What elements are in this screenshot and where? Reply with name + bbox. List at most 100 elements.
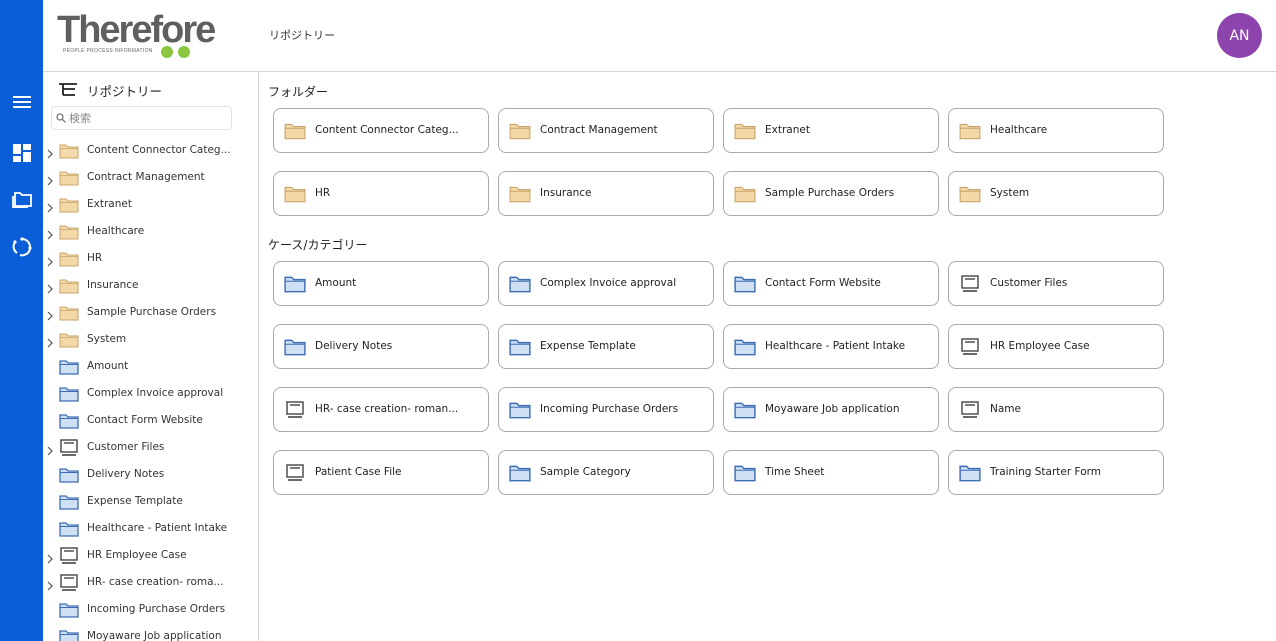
chevron-right-icon[interactable] (46, 334, 56, 348)
category-tile[interactable]: HR Employee Case (948, 324, 1164, 369)
category-tile[interactable]: Complex Invoice approval (498, 261, 714, 306)
category-tile[interactable]: Training Starter Form (948, 450, 1164, 495)
chevron-right-icon[interactable] (46, 307, 56, 321)
tree-item[interactable]: Contract Management (43, 165, 258, 192)
tree-item[interactable]: Moyaware Job application (43, 624, 258, 641)
category-tile[interactable]: HR- case creation- roman... (273, 387, 489, 432)
category-tile[interactable]: Expense Template (498, 324, 714, 369)
repository-tree: Content Connector Categ... Contract Manag… (43, 138, 258, 641)
tree-item-label: Content Connector Categ... (87, 144, 231, 156)
tree-item[interactable]: System (43, 327, 258, 354)
category-folder-icon (284, 275, 306, 293)
tree-item[interactable]: HR Employee Case (43, 543, 258, 570)
category-folder-icon (509, 275, 531, 293)
chevron-right-icon[interactable] (46, 253, 56, 267)
breadcrumb[interactable]: リポジトリー (269, 27, 335, 43)
case-icon (59, 574, 79, 592)
category-folder-icon (509, 338, 531, 356)
folder-tile[interactable]: Insurance (498, 171, 714, 216)
case-icon (959, 338, 981, 356)
tile-label: Sample Category (540, 466, 631, 478)
folder-tile[interactable]: Contract Management (498, 108, 714, 153)
tree-item[interactable]: Contact Form Website (43, 408, 258, 435)
categories-section-title: ケース/カテゴリー (268, 238, 368, 252)
tree-item[interactable]: Content Connector Categ... (43, 138, 258, 165)
chevron-right-icon[interactable] (46, 172, 56, 186)
folder-tile[interactable]: Sample Purchase Orders (723, 171, 939, 216)
category-tile[interactable]: Amount (273, 261, 489, 306)
category-tile[interactable]: Delivery Notes (273, 324, 489, 369)
logo-tagline: PEOPLE PROCESS INFORMATION (63, 48, 153, 54)
tree-item-label: HR- case creation- roma... (87, 576, 224, 588)
search-box[interactable] (51, 106, 232, 130)
search-input[interactable] (69, 111, 219, 125)
tile-label: Expense Template (540, 340, 636, 352)
category-tile[interactable]: Patient Case File (273, 450, 489, 495)
folder-icon (509, 122, 531, 140)
tree-item[interactable]: Sample Purchase Orders (43, 300, 258, 327)
tree-item[interactable]: HR- case creation- roma... (43, 570, 258, 597)
category-tile[interactable]: Healthcare - Patient Intake (723, 324, 939, 369)
tree-item[interactable]: Insurance (43, 273, 258, 300)
tree-item[interactable]: Complex Invoice approval (43, 381, 258, 408)
chevron-right-icon[interactable] (46, 550, 56, 564)
folder-tile[interactable]: System (948, 171, 1164, 216)
dashboard-icon[interactable] (0, 135, 43, 171)
tile-label: Moyaware Job application (765, 403, 900, 415)
folder-icon (59, 169, 79, 187)
folder-icon (59, 196, 79, 214)
folder-tile[interactable]: Content Connector Categ... (273, 108, 489, 153)
category-folder-icon (509, 464, 531, 482)
category-tile[interactable]: Sample Category (498, 450, 714, 495)
tree-item[interactable]: Incoming Purchase Orders (43, 597, 258, 624)
category-tile[interactable]: Contact Form Website (723, 261, 939, 306)
folder-tile[interactable]: Extranet (723, 108, 939, 153)
tile-label: Extranet (765, 124, 810, 136)
top-header: Therefore PEOPLE PROCESS INFORMATION リポジ… (43, 0, 1276, 72)
category-folder-icon (59, 601, 79, 619)
tree-item-label: Incoming Purchase Orders (87, 603, 226, 615)
folder-icon (509, 185, 531, 203)
chevron-right-icon[interactable] (46, 226, 56, 240)
category-folder-icon (959, 464, 981, 482)
category-folder-icon (284, 338, 306, 356)
tree-item[interactable]: Extranet (43, 192, 258, 219)
folder-tile[interactable]: Healthcare (948, 108, 1164, 153)
therefore-logo[interactable]: Therefore PEOPLE PROCESS INFORMATION (57, 10, 227, 60)
tree-item[interactable]: HR (43, 246, 258, 273)
user-avatar[interactable]: AN (1217, 13, 1262, 58)
workflow-icon[interactable] (0, 229, 43, 265)
folders-section-title: フォルダー (268, 85, 329, 99)
tree-item[interactable]: Customer Files (43, 435, 258, 462)
tree-item[interactable]: Amount (43, 354, 258, 381)
category-folder-icon (734, 338, 756, 356)
chevron-right-icon[interactable] (46, 280, 56, 294)
folder-icon (284, 122, 306, 140)
category-tile[interactable]: Time Sheet (723, 450, 939, 495)
chevron-right-icon[interactable] (46, 442, 56, 456)
menu-icon[interactable] (0, 84, 43, 120)
category-tile[interactable]: Customer Files (948, 261, 1164, 306)
tree-item[interactable]: Healthcare (43, 219, 258, 246)
tile-label: Amount (315, 277, 357, 289)
tile-label: HR- case creation- roman... (315, 403, 459, 415)
tree-item[interactable]: Healthcare - Patient Intake (43, 516, 258, 543)
tree-view-icon (59, 83, 77, 96)
tree-item-label: Complex Invoice approval (87, 387, 224, 399)
chevron-right-icon[interactable] (46, 199, 56, 213)
tile-label: System (990, 187, 1030, 199)
case-icon (959, 275, 981, 293)
chevron-right-icon[interactable] (46, 577, 56, 591)
tree-item[interactable]: Delivery Notes (43, 462, 258, 489)
category-tile[interactable]: Moyaware Job application (723, 387, 939, 432)
folder-icon (59, 304, 79, 322)
tree-item[interactable]: Expense Template (43, 489, 258, 516)
folder-tile[interactable]: HR (273, 171, 489, 216)
folder-icon (959, 185, 981, 203)
tile-label: Contact Form Website (765, 277, 881, 289)
repository-icon[interactable] (0, 181, 43, 217)
tile-label: Insurance (540, 187, 592, 199)
category-tile[interactable]: Incoming Purchase Orders (498, 387, 714, 432)
category-tile[interactable]: Name (948, 387, 1164, 432)
chevron-right-icon[interactable] (46, 145, 56, 159)
